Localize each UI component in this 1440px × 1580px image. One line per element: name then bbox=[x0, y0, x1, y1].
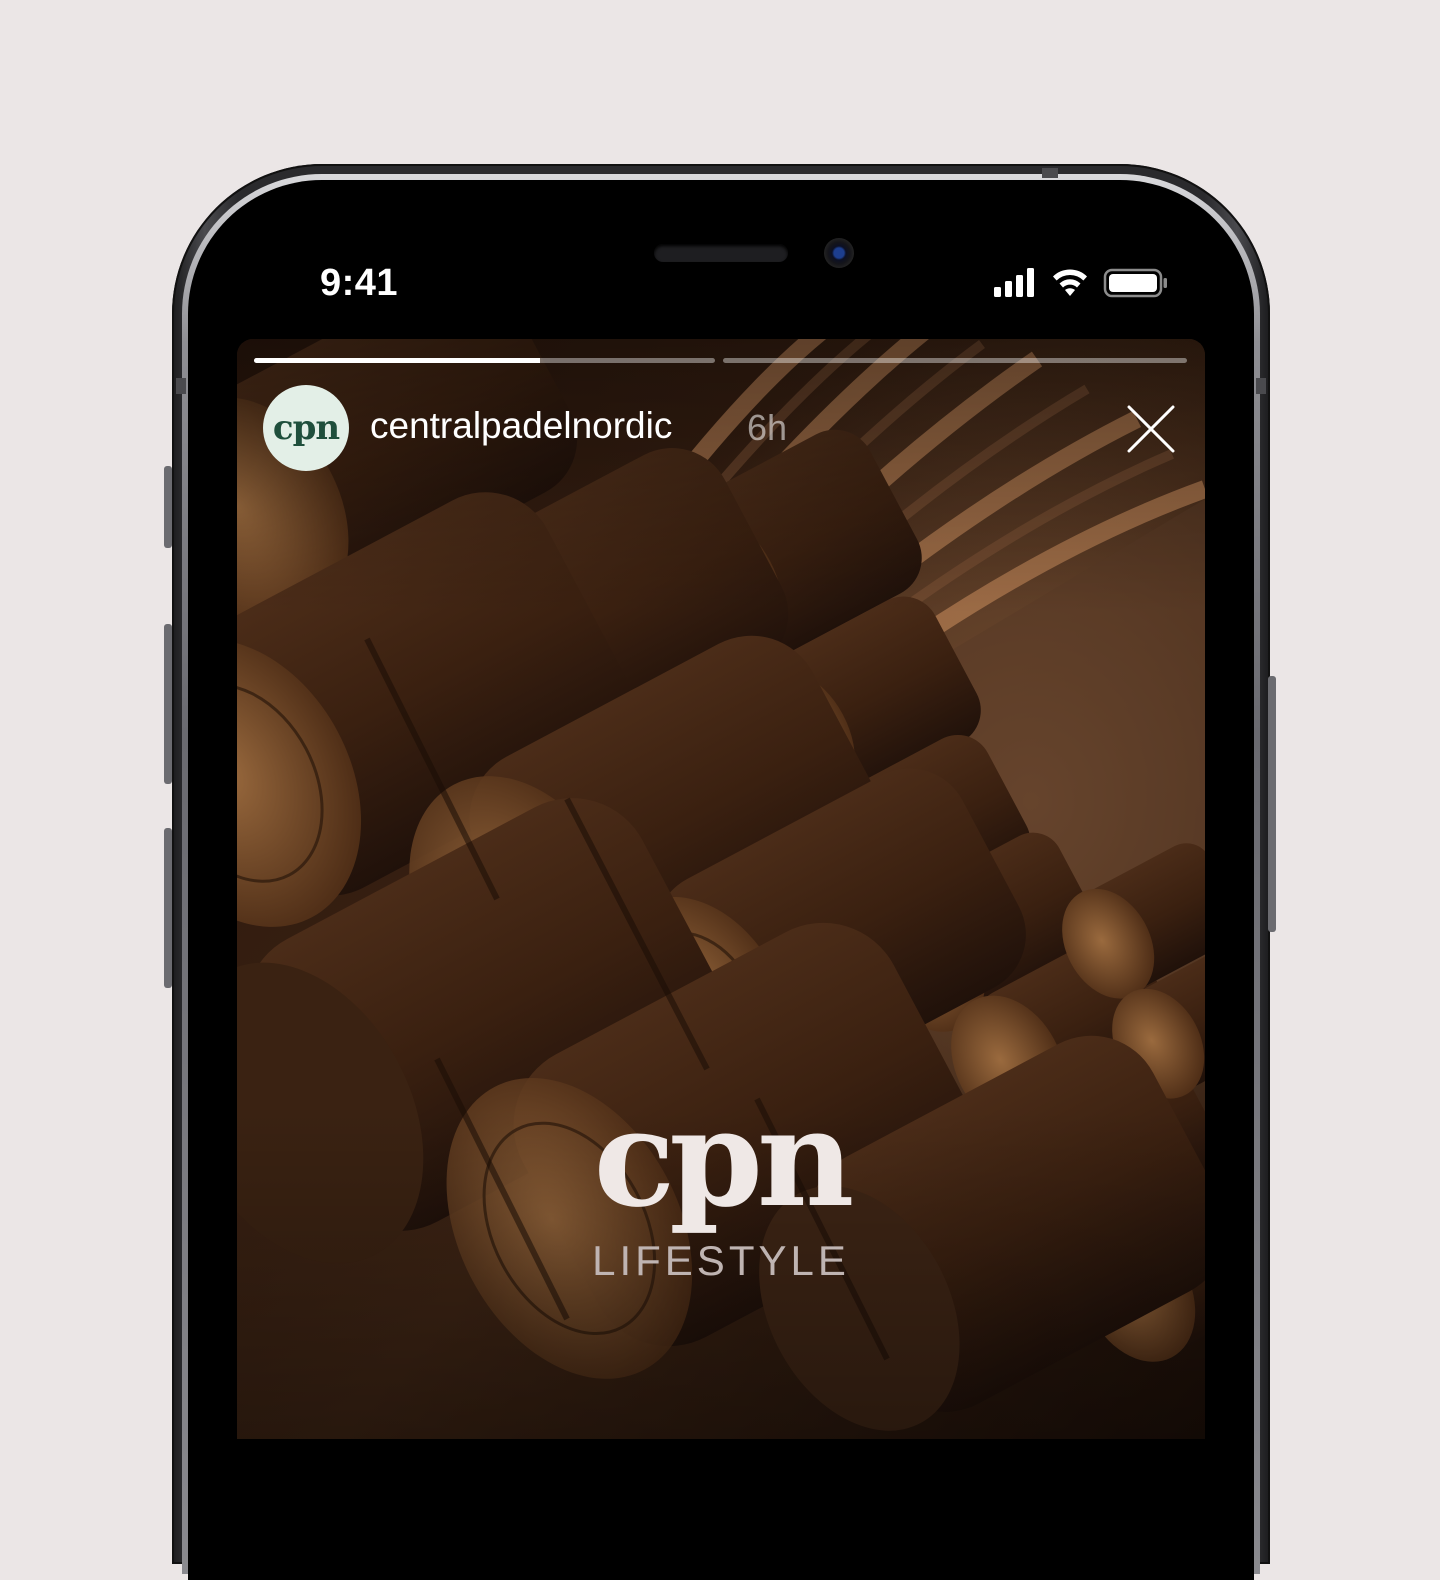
avatar-text: cpn bbox=[272, 408, 340, 448]
volume-up-button bbox=[164, 624, 172, 784]
volume-down-button bbox=[164, 828, 172, 988]
close-icon bbox=[1127, 405, 1175, 453]
brand-logo-word: cpn bbox=[593, 1079, 855, 1237]
antenna-band bbox=[1042, 168, 1058, 178]
battery-icon bbox=[1103, 268, 1167, 298]
status-icons bbox=[994, 266, 1170, 300]
story-progress-fill bbox=[254, 358, 540, 363]
power-button bbox=[1268, 676, 1276, 932]
wifi-icon bbox=[1053, 269, 1087, 296]
cellular-signal-icon bbox=[994, 268, 1034, 297]
story-progress-bar bbox=[723, 358, 1187, 363]
story-view[interactable]: cpn centralpadelnordic 6h cpn LIFESTYLE bbox=[237, 339, 1205, 1439]
close-button[interactable] bbox=[1125, 403, 1177, 455]
mute-switch bbox=[164, 466, 172, 548]
front-camera bbox=[824, 238, 854, 268]
antenna-band bbox=[1256, 378, 1266, 394]
story-username[interactable]: centralpadelnordic bbox=[370, 405, 672, 447]
earpiece-speaker bbox=[654, 244, 788, 262]
story-age: 6h bbox=[747, 407, 788, 448]
story-progress-bar bbox=[254, 358, 715, 363]
avatar[interactable]: cpn bbox=[263, 385, 349, 471]
status-time: 9:41 bbox=[320, 262, 399, 304]
antenna-band bbox=[176, 378, 186, 394]
brand-logo-subtitle: LIFESTYLE bbox=[592, 1237, 850, 1284]
